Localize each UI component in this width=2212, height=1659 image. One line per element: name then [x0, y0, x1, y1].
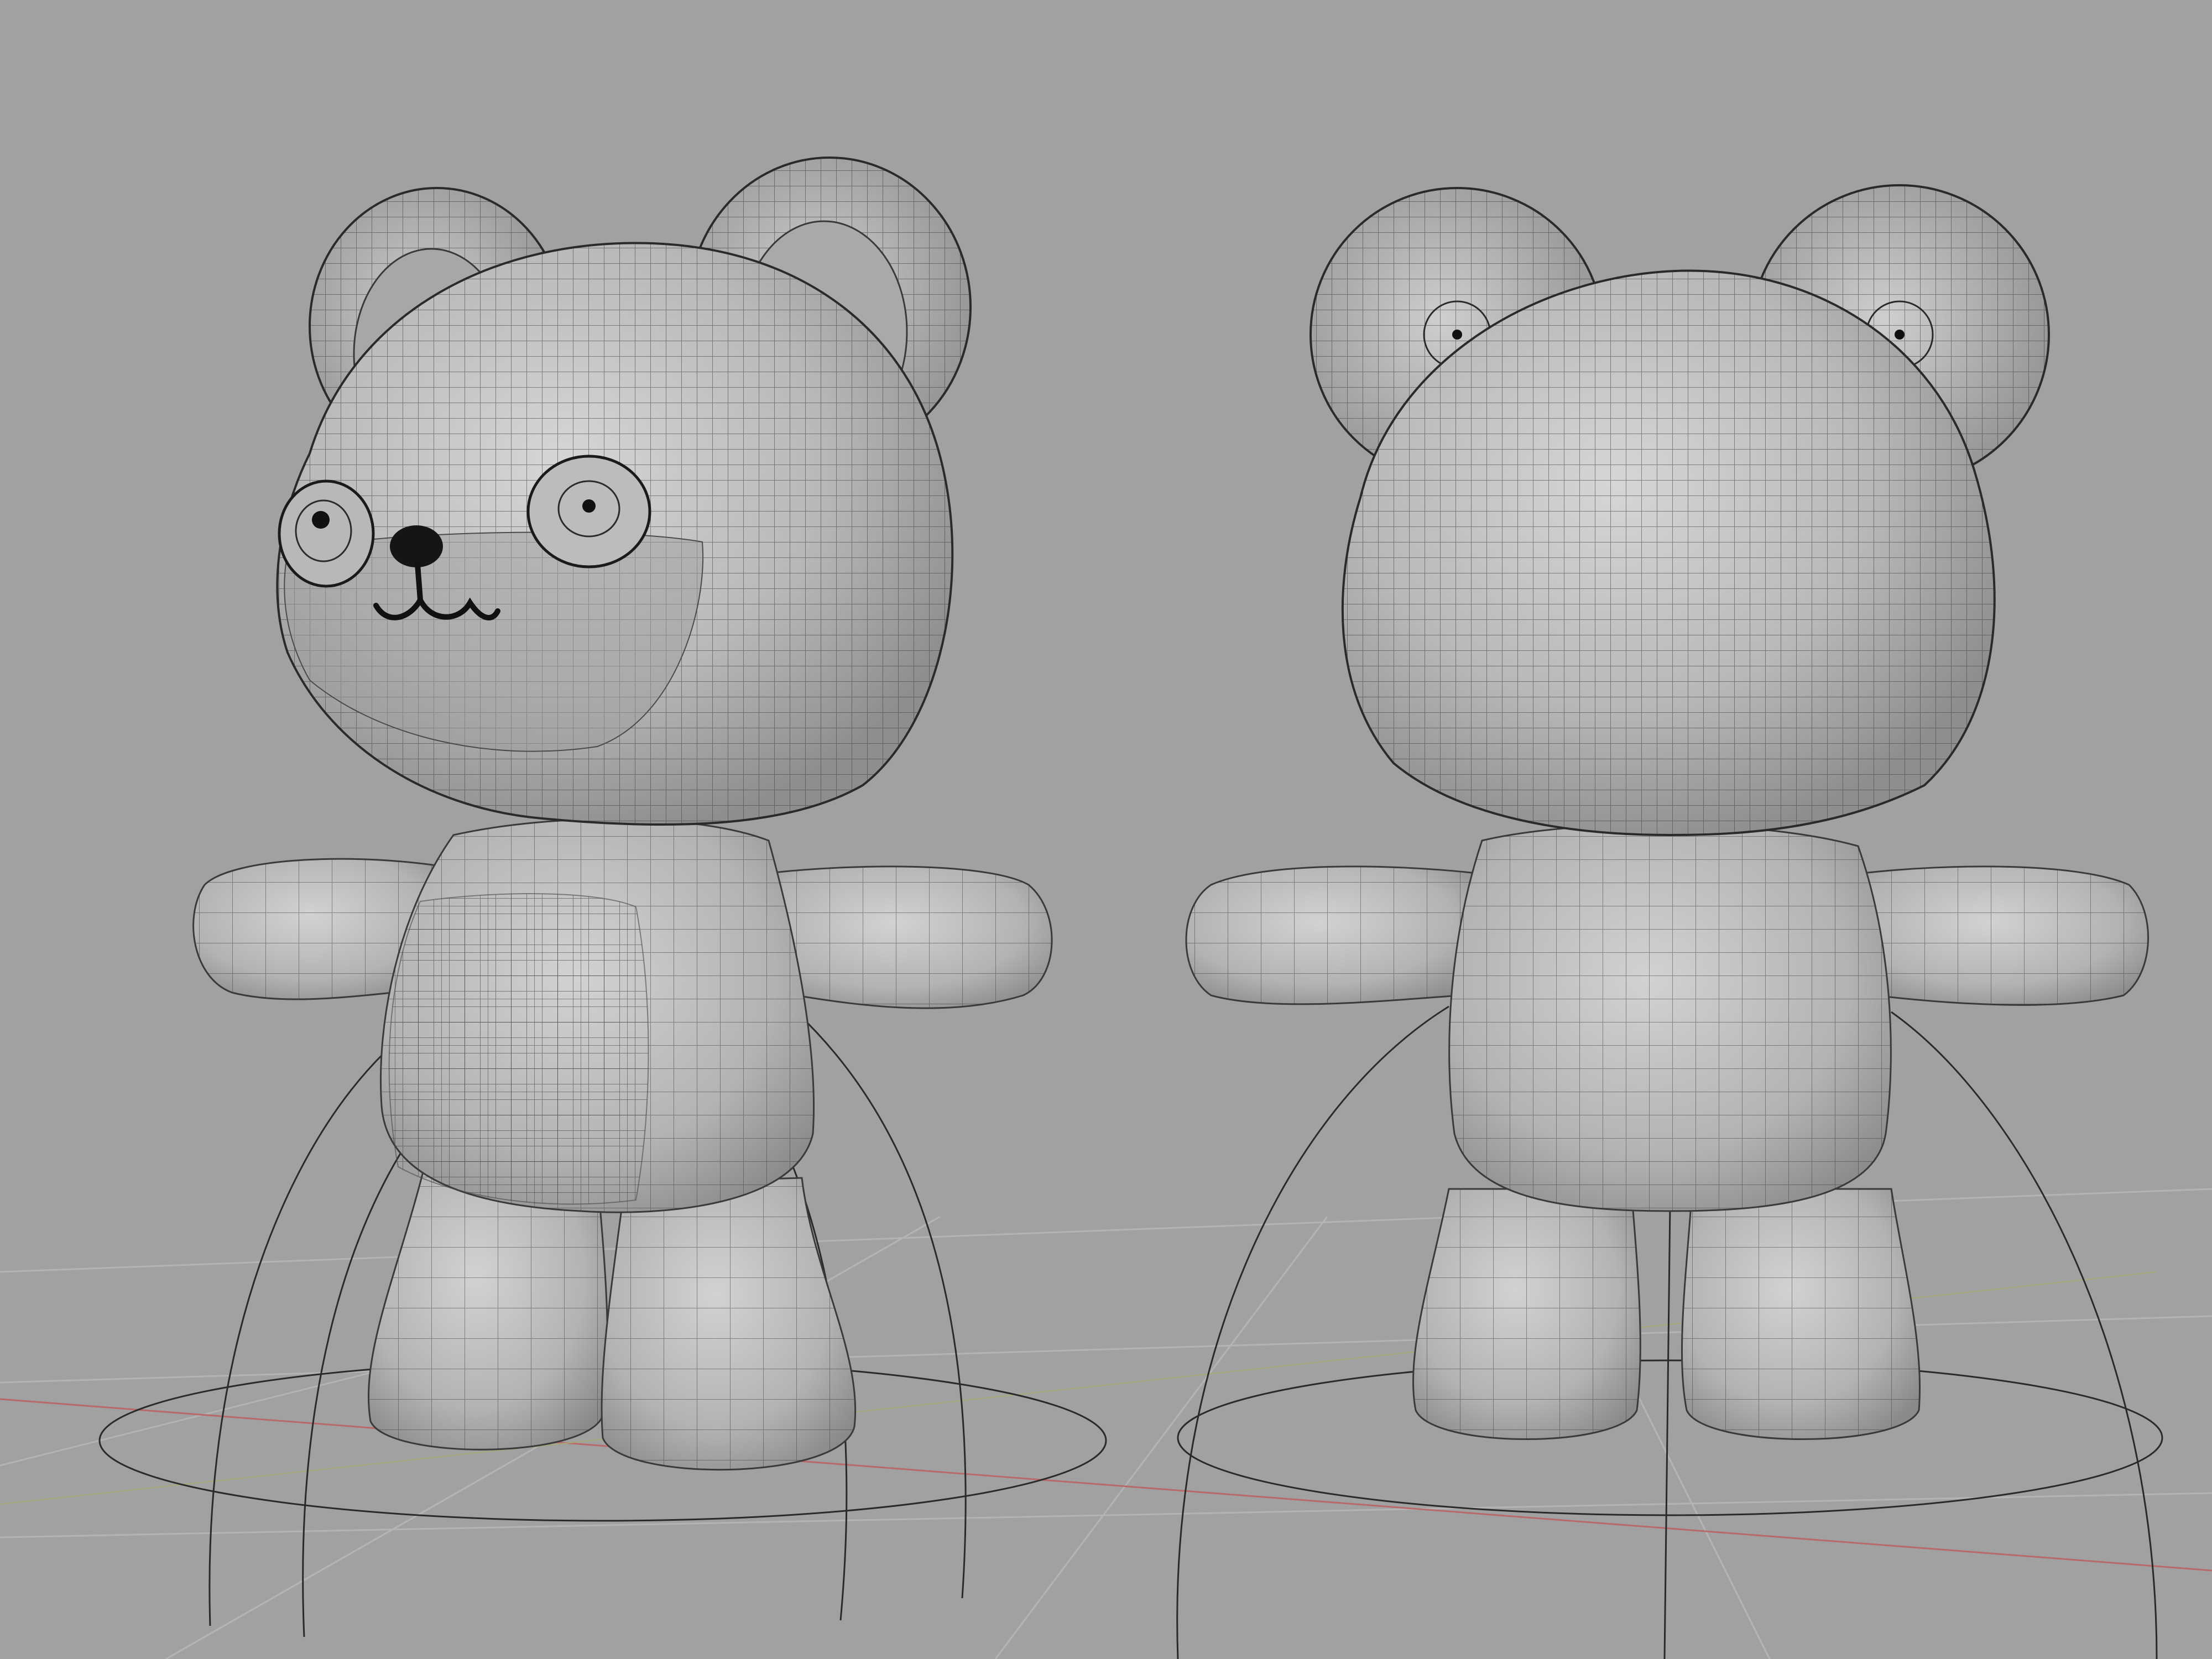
right-eye [526, 455, 651, 568]
left-eye [278, 479, 375, 588]
right-arm [1857, 865, 2149, 1006]
teddy-bear-back-view[interactable] [1176, 184, 2163, 1659]
left-leg [1412, 1188, 1641, 1440]
left-arm [1185, 865, 1483, 1005]
right-leg [601, 1177, 857, 1471]
right-leg [1681, 1188, 1921, 1440]
torso [1448, 823, 1892, 1212]
teddy-bear-front-view[interactable] [98, 156, 1107, 1637]
right-arm [762, 865, 1053, 1009]
nose [390, 525, 443, 567]
belly-patch [388, 893, 649, 1205]
3d-viewport[interactable] [0, 0, 2212, 1659]
torso [380, 818, 815, 1213]
